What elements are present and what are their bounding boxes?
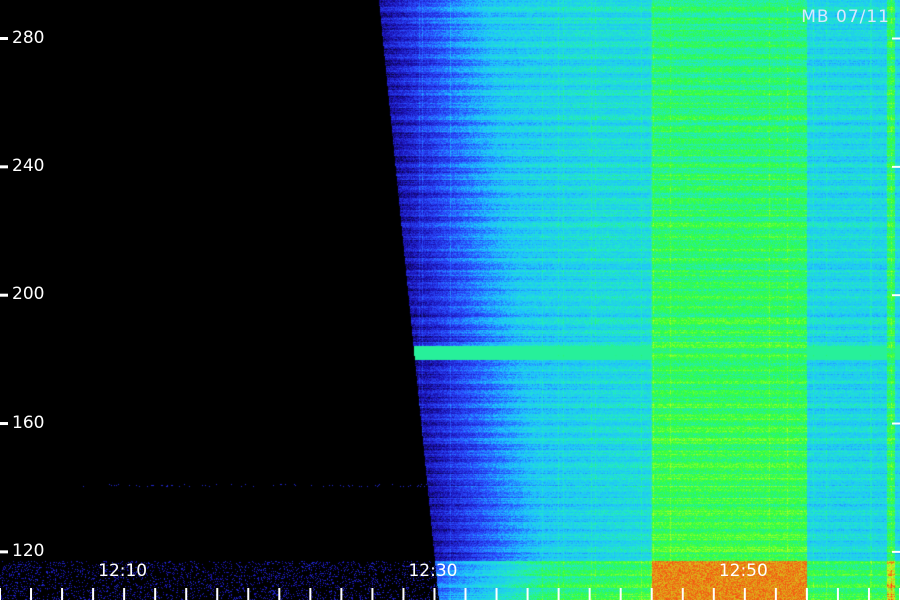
chart-overlay: MB 07/11 280 240 200 160 120 12:10 12:30 12:50 xyxy=(0,0,900,600)
y-tick-label: 120 xyxy=(12,540,45,561)
y-tick-label: 240 xyxy=(12,155,45,176)
y-tick-label: 280 xyxy=(12,27,45,48)
y-tick-label: 200 xyxy=(12,284,45,305)
x-tick-label: 12:30 xyxy=(408,561,458,581)
y-tick-label: 160 xyxy=(12,412,45,433)
x-tick-label: 12:50 xyxy=(718,561,768,581)
axes-layer xyxy=(0,37,900,600)
corner-label: MB 07/11 xyxy=(801,7,890,27)
x-tick-label: 12:10 xyxy=(98,561,148,581)
